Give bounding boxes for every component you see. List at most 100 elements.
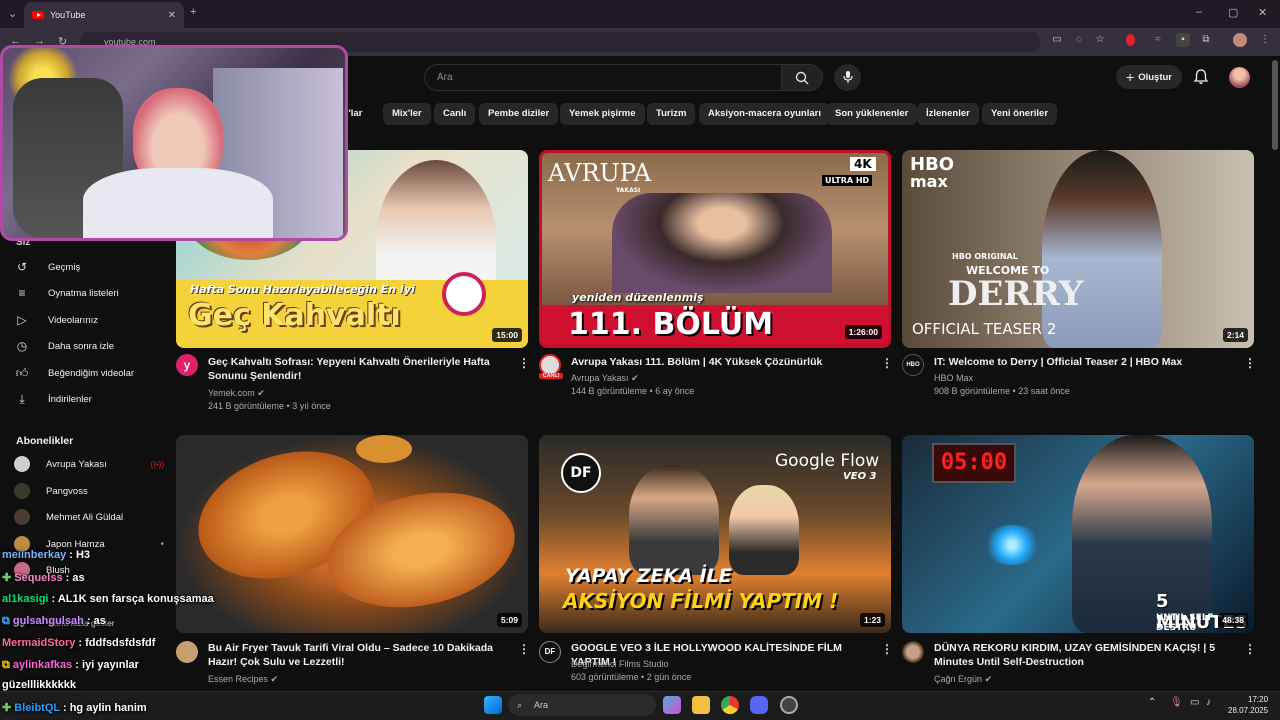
obs-icon[interactable]	[780, 696, 798, 714]
windows-start-icon[interactable]	[484, 696, 502, 714]
close-window-icon[interactable]: ✕	[1258, 6, 1267, 19]
network-icon[interactable]: ▭	[1190, 697, 1199, 708]
chat-message-continued: güzelllikkkkkk	[2, 679, 76, 691]
sidebar-item-playlists[interactable]: ≡ Oynatma listeleri	[14, 280, 164, 306]
video-thumbnail[interactable]: HBO max HBO ORIGINAL WELCOME TO DERRY OF…	[902, 150, 1254, 348]
video-menu-icon[interactable]: ⋮	[881, 642, 893, 656]
video-stats: 908 B görüntüleme • 23 saat önce	[934, 386, 1070, 396]
chat-text: as	[72, 572, 85, 584]
sidebar-sub-pangvoss[interactable]: Pangvoss	[14, 478, 164, 504]
chip-watched[interactable]: İzlenenler	[917, 103, 979, 125]
search-input[interactable]: Ara	[424, 64, 782, 91]
chat-message: ✚ Sequelss : as	[2, 572, 85, 584]
chip-mixes[interactable]: Mix'ler	[383, 103, 431, 125]
chat-badge-icon: ✚	[2, 572, 12, 584]
video-thumbnail[interactable]: AVRUPA YAKASI 4K ULTRA HD yeniden düzenl…	[539, 150, 891, 348]
sidebar-item-watch-later[interactable]: ◷ Daha sonra izle	[14, 333, 164, 359]
youtube-favicon-icon	[32, 11, 44, 19]
channel-name[interactable]: Yemek.com ✔	[208, 387, 265, 400]
subscriptions-heading: Abonelikler	[16, 435, 74, 447]
channel-name[interactable]: Çağn Ergün ✔	[934, 673, 992, 686]
page-scrollbar[interactable]	[1272, 60, 1278, 150]
voice-search-button[interactable]	[834, 64, 861, 91]
tray-chevron-up-icon[interactable]: ⌃	[1148, 697, 1156, 708]
channel-name[interactable]: Essen Recipes ✔	[208, 673, 278, 686]
eye-off-icon[interactable]: ◌	[1072, 33, 1086, 47]
channel-avatar[interactable]	[902, 641, 924, 663]
alarm-clock-icon	[442, 272, 486, 316]
video-title[interactable]: Geç Kahvaltı Sofrası: Yepyeni Kahvaltı Ö…	[208, 355, 508, 383]
chrome-icon[interactable]	[721, 696, 739, 714]
channel-avatar[interactable]: y	[176, 354, 198, 376]
create-button[interactable]: + Oluştur	[1116, 65, 1182, 89]
extension-red-icon[interactable]	[1126, 34, 1135, 46]
video-menu-icon[interactable]: ⋮	[1244, 356, 1256, 370]
sidebar-item-history[interactable]: ↺ Geçmiş	[14, 254, 164, 280]
minimize-icon[interactable]: –	[1196, 6, 1202, 18]
woman-figure-shape	[729, 485, 799, 575]
account-avatar[interactable]	[1229, 67, 1250, 88]
extensions-puzzle-icon[interactable]: ⧉	[1199, 33, 1213, 47]
video-thumbnail[interactable]: 05:00 5 MINUTES UNTIL SELF-DESTRU 48:38	[902, 435, 1254, 633]
chip-recently-uploaded[interactable]: Son yüklenenler	[826, 103, 918, 125]
video-menu-icon[interactable]: ⋮	[1244, 642, 1256, 656]
chip-live[interactable]: Canlı	[434, 103, 476, 125]
video-title[interactable]: Bu Air Fryer Tavuk Tarifi Viral Oldu – S…	[208, 641, 508, 669]
channel-name-text: Essen Recipes	[208, 674, 269, 684]
video-thumbnail[interactable]: 5:09	[176, 435, 528, 633]
browser-menu-icon[interactable]: ⋮	[1258, 33, 1272, 47]
video-menu-icon[interactable]: ⋮	[518, 356, 530, 370]
channel-name[interactable]: HBO Max	[934, 372, 973, 385]
sidebar-item-downloads[interactable]: ⤓ İndirilenler	[14, 386, 164, 412]
bookmark-star-icon[interactable]: ☆	[1093, 33, 1107, 47]
video-duration: 2:14	[1222, 328, 1248, 342]
sidebar-item-liked-videos[interactable]: 👍︎ Beğendiğim videolar	[14, 360, 164, 386]
tray-mic-icon[interactable]: 🎙︎	[1170, 697, 1183, 708]
chat-username: MermaidStory	[2, 637, 76, 649]
extension-box-icon[interactable]: ▪	[1176, 33, 1190, 47]
chat-badge-icon: ✚	[2, 702, 12, 714]
video-title[interactable]: IT: Welcome to Derry | Official Teaser 2…	[934, 355, 1234, 369]
chip-cooking[interactable]: Yemek pişirme	[560, 103, 645, 125]
sidebar-sub-label: Japon Hamza	[46, 538, 105, 550]
channel-avatar[interactable]: HBO	[902, 354, 924, 376]
maximize-icon[interactable]: ▢	[1228, 6, 1238, 19]
channel-avatar[interactable]: DF	[539, 641, 561, 663]
video-title[interactable]: DÜNYA REKORU KIRDIM, UZAY GEMİSİNDEN KAÇ…	[934, 641, 1234, 669]
sidebar-sub-mehmet-ali-guldal[interactable]: Mehmet Ali Güldal	[14, 504, 164, 530]
video-menu-icon[interactable]: ⋮	[518, 642, 530, 656]
streamer-webcam-overlay	[0, 45, 348, 241]
copilot-icon[interactable]	[663, 696, 681, 714]
file-explorer-icon[interactable]	[692, 696, 710, 714]
thumbnail-subtitle: yeniden düzenlenmiş	[572, 291, 704, 304]
thumbnail-logo-sub: YAKASI	[616, 187, 641, 194]
tab-list-icon[interactable]: ⌄	[8, 7, 17, 20]
taskbar-search[interactable]: ⌕ Ara	[508, 694, 656, 716]
taskbar-clock[interactable]: 17:20 28.07.2025	[1228, 694, 1268, 716]
video-title[interactable]: Avrupa Yakası 111. Bölüm | 4K Yüksek Çöz…	[571, 355, 871, 369]
sidebar-sub-avrupa-yakasi[interactable]: Avrupa Yakası ((•))	[14, 451, 164, 477]
new-tab-icon[interactable]: +	[190, 6, 196, 18]
browser-tab-youtube[interactable]: YouTube ✕	[24, 2, 184, 28]
chip-tourism[interactable]: Turizm	[647, 103, 696, 125]
profile-avatar-icon[interactable]	[1233, 33, 1247, 47]
chip-new-recommendations[interactable]: Yeni öneriler	[982, 103, 1058, 125]
chip-soap-operas[interactable]: Pembe diziler	[479, 103, 559, 125]
sidebar-item-your-videos[interactable]: ▷ Videolarınız	[14, 307, 164, 333]
chip-action-adventure-games[interactable]: Aksiyon-macera oyunları	[699, 103, 830, 125]
energy-glow-shape	[982, 525, 1042, 565]
video-duration: 5:09	[496, 613, 522, 627]
channel-avatar[interactable]	[176, 641, 198, 663]
notifications-bell-icon[interactable]	[1192, 68, 1210, 86]
close-tab-icon[interactable]: ✕	[168, 10, 176, 21]
channel-name[interactable]: Değirmenci Films Studio	[571, 658, 669, 671]
video-menu-icon[interactable]: ⋮	[881, 356, 893, 370]
search-button[interactable]	[781, 64, 823, 91]
channel-name[interactable]: Avrupa Yakası ✔	[571, 372, 639, 385]
volume-icon[interactable]: ♪	[1206, 697, 1211, 708]
extension-wave-icon[interactable]: ≈	[1151, 33, 1165, 47]
discord-icon[interactable]	[750, 696, 768, 714]
cast-icon[interactable]: ▭	[1050, 33, 1064, 47]
chat-badge-icon: ⧉	[2, 615, 10, 627]
video-thumbnail[interactable]: DF Google Flow VEO 3 YAPAY ZEKA İLE AKSİ…	[539, 435, 891, 633]
